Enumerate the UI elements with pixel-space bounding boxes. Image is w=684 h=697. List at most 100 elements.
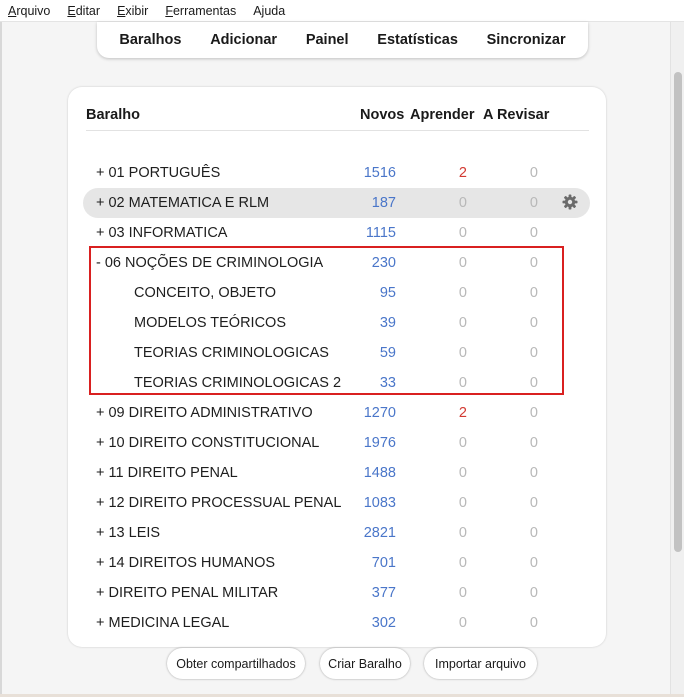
top-toolbar: Baralhos Adicionar Painel Estatísticas S… bbox=[97, 22, 588, 58]
deck-new-count: 2821 bbox=[363, 525, 396, 541]
menu-editar-label: ditar bbox=[75, 3, 101, 18]
deck-name[interactable]: + 13 LEIS bbox=[96, 525, 160, 541]
gear-icon[interactable] bbox=[562, 194, 578, 210]
deck-list-card: Baralho Novos Aprender A Revisar + 01 PO… bbox=[68, 87, 606, 647]
deck-new-count: 1488 bbox=[363, 465, 396, 481]
nav-stats-button[interactable]: Estatísticas bbox=[377, 32, 458, 48]
header-new: Novos bbox=[360, 107, 405, 123]
deck-review-count: 0 bbox=[529, 555, 538, 571]
subdeck-name[interactable]: TEORIAS CRIMINOLOGICAS bbox=[134, 345, 329, 361]
deck-learn-count: 0 bbox=[458, 615, 467, 631]
deck-name[interactable]: + 11 DIREITO PENAL bbox=[96, 465, 238, 481]
nav-decks-button[interactable]: Baralhos bbox=[119, 32, 181, 48]
deck-new-count: 33 bbox=[379, 375, 396, 391]
deck-name[interactable]: - 06 NOÇÕES DE CRIMINOLOGIA bbox=[96, 255, 323, 271]
deck-name[interactable]: + 09 DIREITO ADMINISTRATIVO bbox=[96, 405, 313, 421]
deck-name[interactable]: + 10 DIREITO CONSTITUCIONAL bbox=[96, 435, 319, 451]
header-deck: Baralho bbox=[86, 107, 140, 123]
deck-name[interactable]: + 14 DIREITOS HUMANOS bbox=[96, 555, 275, 571]
deck-learn-count: 0 bbox=[458, 555, 467, 571]
deck-review-count: 0 bbox=[529, 405, 538, 421]
deck-row[interactable]: + 12 DIREITO PROCESSUAL PENAL 1083 0 0 bbox=[68, 488, 606, 518]
subdeck-row[interactable]: TEORIAS CRIMINOLOGICAS 59 0 0 bbox=[68, 338, 606, 368]
deck-new-count: 187 bbox=[371, 195, 396, 211]
subdeck-row[interactable]: MODELOS TEÓRICOS 39 0 0 bbox=[68, 308, 606, 338]
deck-review-count: 0 bbox=[529, 615, 538, 631]
deck-review-count: 0 bbox=[529, 225, 538, 241]
deck-row[interactable]: + DIREITO PENAL MILITAR 377 0 0 bbox=[68, 578, 606, 608]
menu-exibir-label: xibir bbox=[125, 3, 149, 18]
menu-ajuda[interactable]: Ajuda bbox=[251, 2, 287, 20]
deck-name[interactable]: + 12 DIREITO PROCESSUAL PENAL bbox=[96, 495, 341, 511]
header-review: A Revisar bbox=[483, 107, 550, 123]
deck-new-count: 302 bbox=[371, 615, 396, 631]
menu-ferramentas[interactable]: Ferramentas bbox=[163, 2, 238, 20]
deck-review-count: 0 bbox=[529, 165, 538, 181]
deck-name[interactable]: + 02 MATEMATICA E RLM bbox=[96, 195, 269, 211]
menu-arquivo-label: rquivo bbox=[16, 3, 51, 18]
deck-learn-count: 0 bbox=[458, 525, 467, 541]
deck-learn-count: 0 bbox=[458, 585, 467, 601]
deck-row[interactable]: + 03 INFORMATICA 1115 0 0 bbox=[68, 218, 606, 248]
deck-learn-count: 0 bbox=[458, 495, 467, 511]
menu-ajuda-label: Ajuda bbox=[253, 3, 286, 18]
nav-sync-button[interactable]: Sincronizar bbox=[487, 32, 566, 48]
nav-panel-button[interactable]: Painel bbox=[306, 32, 349, 48]
deck-review-count: 0 bbox=[529, 315, 538, 331]
deck-row[interactable]: + 13 LEIS 2821 0 0 bbox=[68, 518, 606, 548]
deck-new-count: 377 bbox=[371, 585, 396, 601]
vertical-scrollbar[interactable] bbox=[670, 22, 684, 694]
subdeck-name[interactable]: MODELOS TEÓRICOS bbox=[134, 315, 286, 331]
menu-ferramentas-label: erramentas bbox=[172, 3, 237, 18]
menu-editar[interactable]: Editar bbox=[65, 2, 102, 20]
scrollbar-thumb[interactable] bbox=[674, 72, 682, 552]
deck-new-count: 1516 bbox=[363, 165, 396, 181]
deck-name[interactable]: + DIREITO PENAL MILITAR bbox=[96, 585, 278, 601]
deck-new-count: 701 bbox=[371, 555, 396, 571]
deck-row-expanded[interactable]: - 06 NOÇÕES DE CRIMINOLOGIA 230 0 0 bbox=[68, 248, 606, 278]
deck-learn-count: 0 bbox=[458, 285, 467, 301]
deck-row[interactable]: + 14 DIREITOS HUMANOS 701 0 0 bbox=[68, 548, 606, 578]
deck-learn-count: 0 bbox=[458, 435, 467, 451]
subdeck-name[interactable]: TEORIAS CRIMINOLOGICAS 2 bbox=[134, 375, 341, 391]
deck-review-count: 0 bbox=[529, 285, 538, 301]
deck-learn-count: 0 bbox=[458, 195, 467, 211]
subdeck-name[interactable]: CONCEITO, OBJETO bbox=[134, 285, 276, 301]
deck-review-count: 0 bbox=[529, 195, 538, 211]
menu-exibir[interactable]: Exibir bbox=[115, 2, 150, 20]
deck-row[interactable]: + 11 DIREITO PENAL 1488 0 0 bbox=[68, 458, 606, 488]
deck-new-count: 1270 bbox=[363, 405, 396, 421]
menu-bar: Arquivo Editar Exibir Ferramentas Ajuda bbox=[0, 0, 684, 22]
deck-review-count: 0 bbox=[529, 465, 538, 481]
deck-learn-count: 0 bbox=[458, 225, 467, 241]
deck-review-count: 0 bbox=[529, 435, 538, 451]
deck-row[interactable]: + MEDICINA LEGAL 302 0 0 bbox=[68, 608, 606, 638]
deck-name[interactable]: + MEDICINA LEGAL bbox=[96, 615, 229, 631]
import-file-button[interactable]: Importar arquivo bbox=[424, 648, 537, 679]
subdeck-row[interactable]: CONCEITO, OBJETO 95 0 0 bbox=[68, 278, 606, 308]
deck-learn-count: 0 bbox=[458, 255, 467, 271]
deck-rows: + 01 PORTUGUÊS 1516 2 0 + 02 MATEMATICA … bbox=[68, 158, 606, 638]
menu-ferramentas-mnemonic: F bbox=[165, 3, 173, 18]
deck-name[interactable]: + 01 PORTUGUÊS bbox=[96, 165, 220, 181]
deck-row[interactable]: + 01 PORTUGUÊS 1516 2 0 bbox=[68, 158, 606, 188]
deck-review-count: 0 bbox=[529, 585, 538, 601]
deck-row-selected[interactable]: + 02 MATEMATICA E RLM 187 0 0 bbox=[68, 188, 606, 218]
deck-review-count: 0 bbox=[529, 255, 538, 271]
deck-learn-count: 0 bbox=[458, 375, 467, 391]
deck-new-count: 95 bbox=[379, 285, 396, 301]
deck-learn-count: 2 bbox=[458, 405, 467, 421]
deck-table-header: Baralho Novos Aprender A Revisar bbox=[86, 107, 589, 131]
deck-row[interactable]: + 10 DIREITO CONSTITUCIONAL 1976 0 0 bbox=[68, 428, 606, 458]
subdeck-row[interactable]: TEORIAS CRIMINOLOGICAS 2 33 0 0 bbox=[68, 368, 606, 398]
nav-add-button[interactable]: Adicionar bbox=[210, 32, 277, 48]
menu-arquivo[interactable]: Arquivo bbox=[6, 2, 52, 20]
deck-review-count: 0 bbox=[529, 345, 538, 361]
deck-name[interactable]: + 03 INFORMATICA bbox=[96, 225, 227, 241]
deck-new-count: 230 bbox=[371, 255, 396, 271]
deck-learn-count: 2 bbox=[458, 165, 467, 181]
deck-new-count: 1115 bbox=[365, 225, 396, 241]
deck-row[interactable]: + 09 DIREITO ADMINISTRATIVO 1270 2 0 bbox=[68, 398, 606, 428]
get-shared-button[interactable]: Obter compartilhados bbox=[167, 648, 305, 679]
create-deck-button[interactable]: Criar Baralho bbox=[320, 648, 410, 679]
